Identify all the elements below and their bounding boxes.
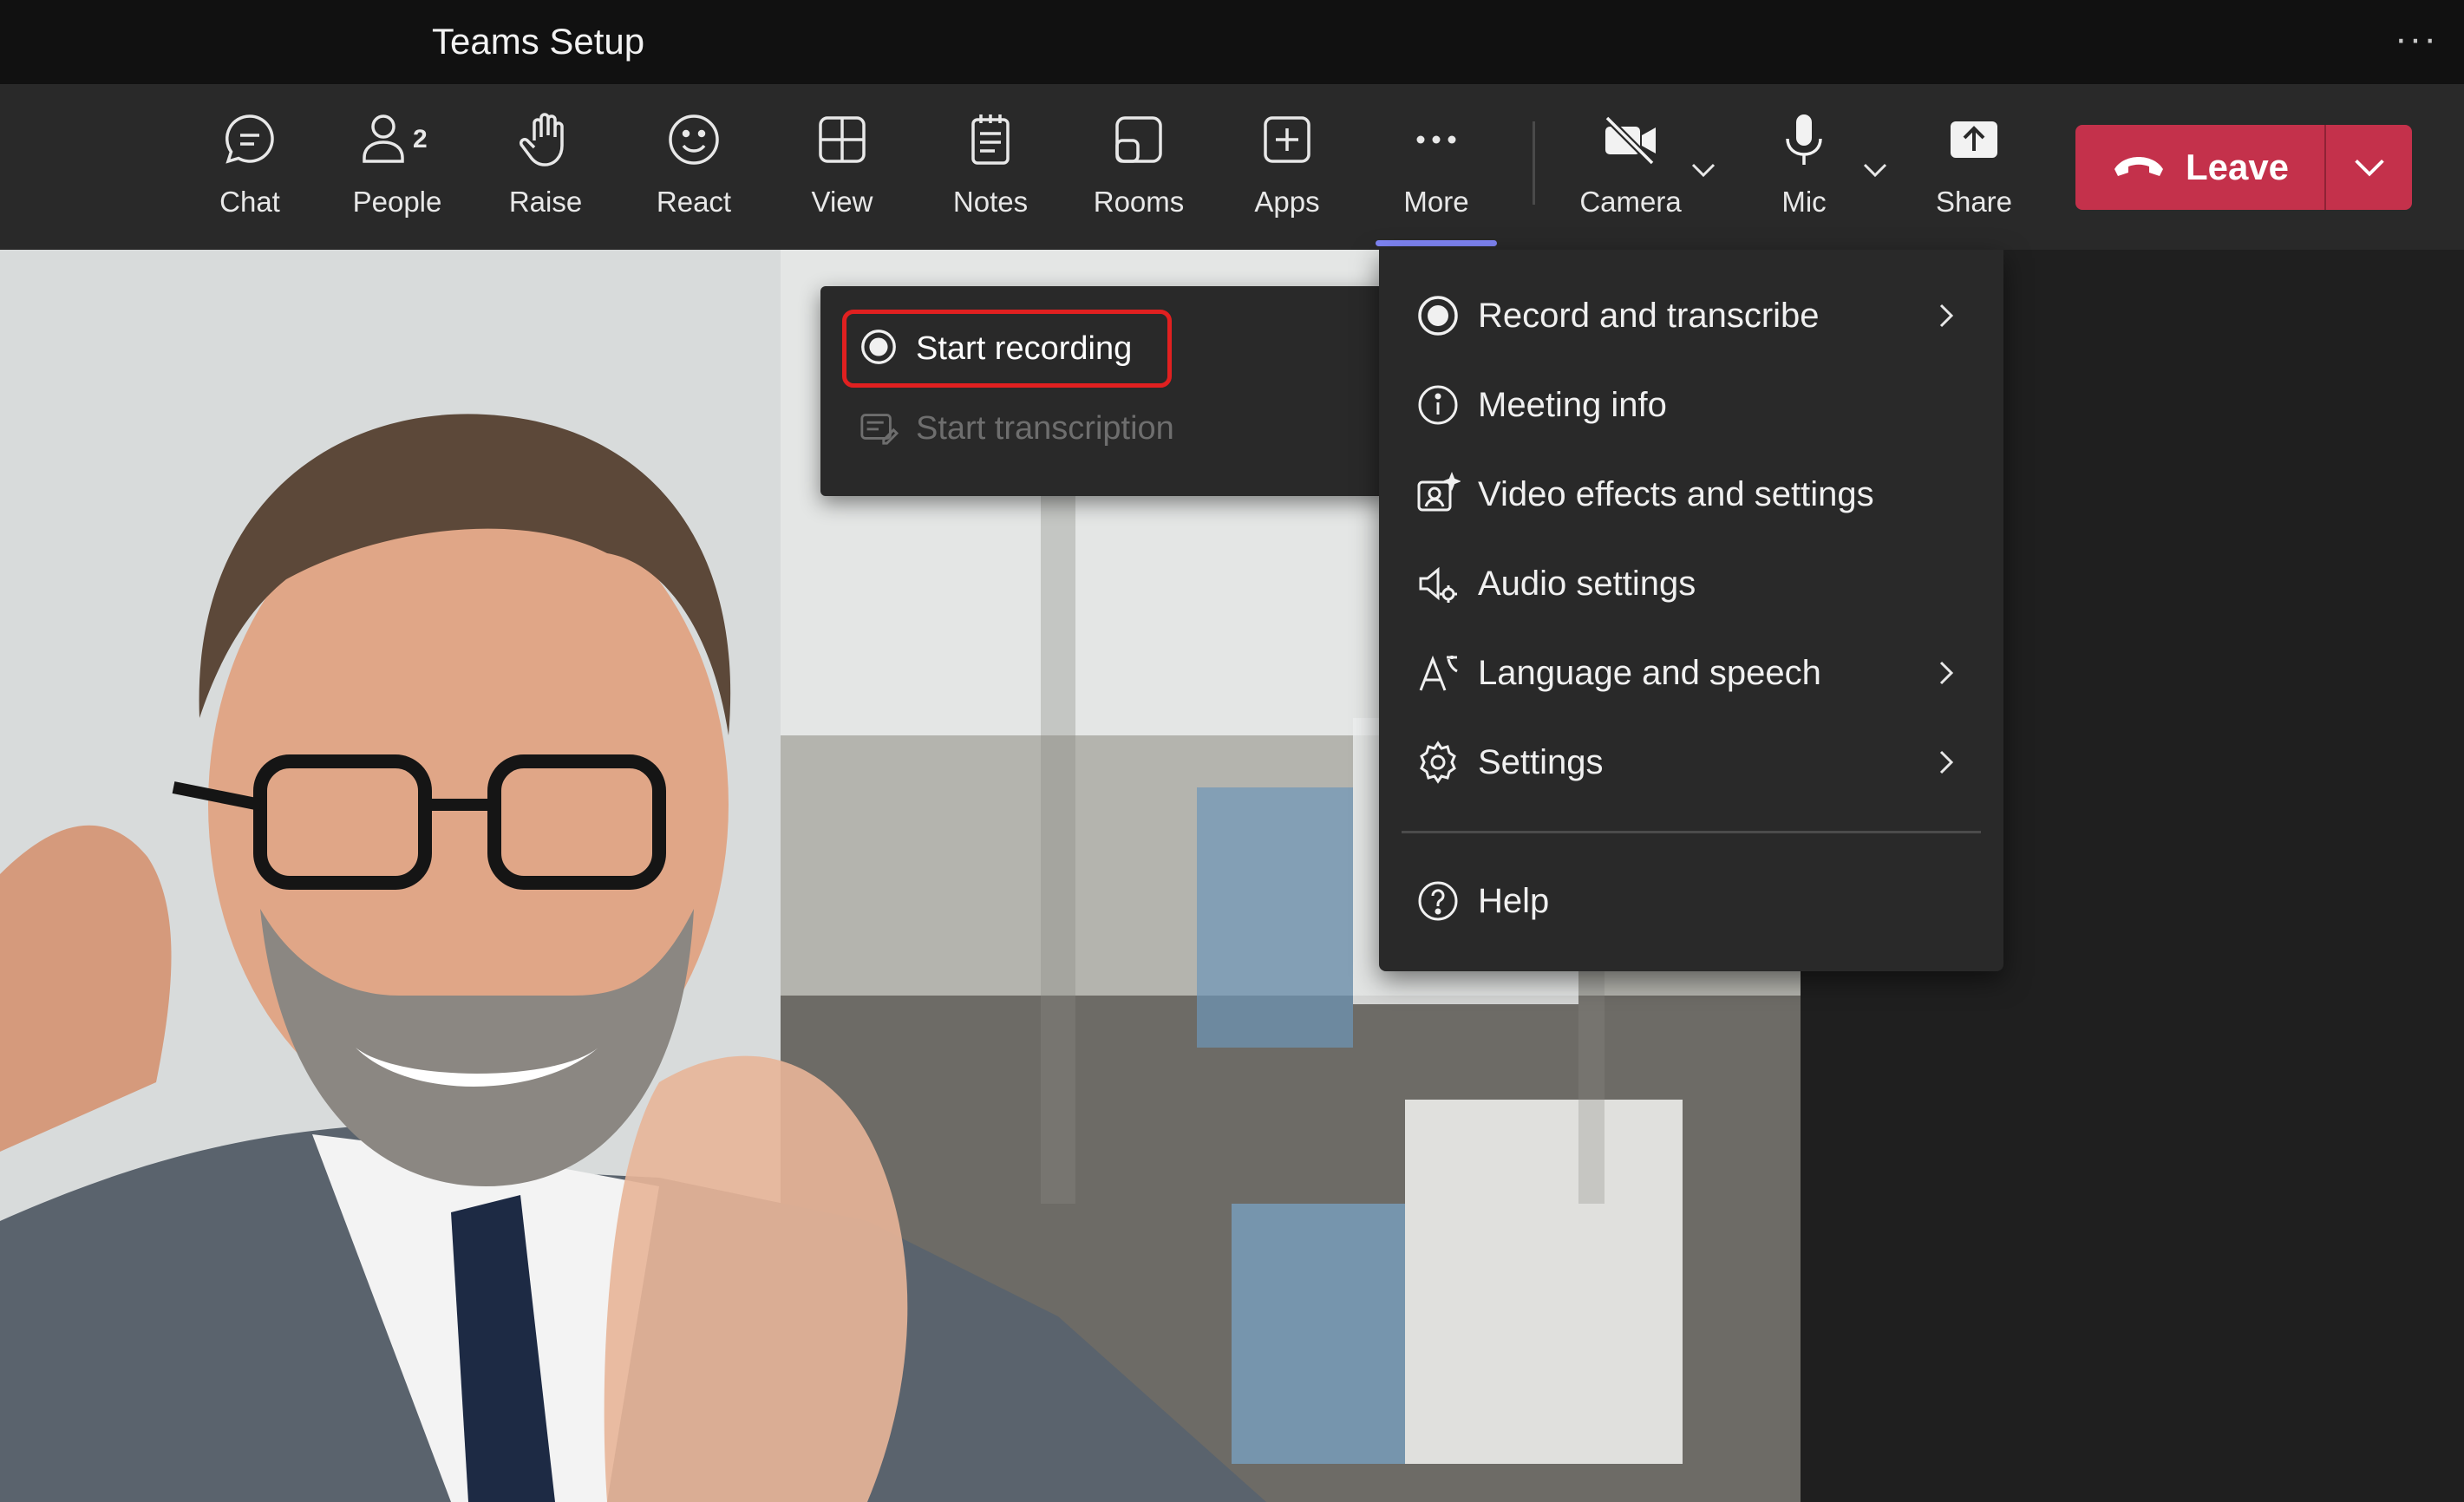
notes-label: Notes — [952, 186, 1029, 218]
menu-item-label: Language and speech — [1478, 653, 1821, 692]
audio-settings-icon — [1414, 559, 1462, 608]
menu-item-label: Help — [1478, 881, 1550, 920]
menu-item-label: Record and transcribe — [1478, 296, 1820, 335]
menu-item-help[interactable]: Help — [1396, 859, 1986, 943]
share-label: Share — [1935, 186, 2013, 218]
menu-item-video-effects[interactable]: Video effects and settings — [1396, 453, 1986, 536]
menu-item-label: Video effects and settings — [1478, 474, 1874, 513]
notes-icon — [921, 109, 1060, 179]
more-actions-menu: Record and transcribe Meeting info Video… — [1379, 250, 2003, 971]
chevron-right-icon — [1939, 750, 1954, 774]
chevron-right-icon — [1939, 304, 1954, 328]
menu-item-language-and-speech[interactable]: Language and speech — [1396, 631, 1986, 715]
people-button[interactable]: 2 People — [328, 109, 467, 231]
hang-up-icon — [2111, 152, 2167, 184]
video-effects-icon — [1414, 470, 1462, 519]
leave-options-chevron-icon[interactable] — [2326, 125, 2412, 210]
rooms-label: Rooms — [1093, 186, 1185, 218]
microphone-icon — [1735, 109, 1873, 179]
start-transcription-label: Start transcription — [916, 409, 1174, 447]
leave-button[interactable]: Leave — [2075, 125, 2324, 210]
rooms-button[interactable]: Rooms — [1069, 109, 1208, 231]
hand-icon — [476, 109, 615, 179]
chevron-right-icon — [1939, 661, 1954, 685]
mic-button[interactable]: Mic — [1735, 109, 1873, 231]
record-icon — [859, 327, 899, 371]
chat-button[interactable]: Chat — [180, 109, 319, 231]
window-more-button[interactable]: ··· — [2395, 17, 2438, 61]
camera-button[interactable]: Camera — [1561, 109, 1700, 231]
mic-options-chevron-icon[interactable] — [1858, 153, 1892, 187]
menu-item-meeting-info[interactable]: Meeting info — [1396, 363, 1986, 447]
camera-label: Camera — [1579, 186, 1682, 218]
gear-icon — [1414, 738, 1462, 787]
people-icon: 2 — [328, 109, 467, 179]
start-recording-item[interactable]: Start recording — [842, 310, 1172, 388]
grid-view-icon — [773, 109, 912, 179]
menu-item-settings[interactable]: Settings — [1396, 721, 1986, 804]
smiley-icon — [624, 109, 763, 179]
menu-item-audio-settings[interactable]: Audio settings — [1396, 542, 1986, 625]
record-submenu: Start recording Start transcription — [820, 286, 1389, 496]
people-count-badge: 2 — [413, 125, 428, 153]
react-button[interactable]: React — [624, 109, 763, 231]
menu-divider — [1402, 831, 1981, 833]
leave-label: Leave — [2185, 147, 2290, 187]
window-title: Teams Setup — [432, 21, 645, 62]
camera-off-icon — [1561, 109, 1700, 179]
mic-label: Mic — [1781, 186, 1827, 218]
notes-button[interactable]: Notes — [921, 109, 1060, 231]
language-icon — [1414, 649, 1462, 697]
add-app-icon — [1218, 109, 1356, 179]
more-label: More — [1403, 186, 1469, 218]
info-icon — [1414, 381, 1462, 429]
apps-button[interactable]: Apps — [1218, 109, 1356, 231]
raise-label: Raise — [508, 186, 583, 218]
apps-label: Apps — [1254, 186, 1320, 218]
start-transcription-item[interactable]: Start transcription — [846, 394, 1350, 463]
more-dots-icon — [1367, 109, 1506, 179]
people-label: People — [352, 186, 442, 218]
menu-item-label: Audio settings — [1478, 564, 1696, 603]
record-icon — [1414, 291, 1462, 340]
toolbar-divider — [1533, 121, 1535, 205]
camera-options-chevron-icon[interactable] — [1686, 153, 1721, 187]
more-button[interactable]: More — [1367, 109, 1506, 246]
share-screen-icon — [1905, 109, 2043, 179]
rooms-icon — [1069, 109, 1208, 179]
menu-item-label: Settings — [1478, 742, 1604, 781]
menu-item-label: Meeting info — [1478, 385, 1667, 424]
view-label: View — [811, 186, 873, 218]
menu-item-record-and-transcribe[interactable]: Record and transcribe — [1396, 274, 1986, 357]
react-label: React — [656, 186, 732, 218]
chat-icon — [180, 109, 319, 179]
view-button[interactable]: View — [773, 109, 912, 231]
meeting-toolbar: Chat 2 People Raise React View Notes Roo… — [0, 85, 2464, 250]
leave-button-group: Leave — [2075, 125, 2412, 210]
help-icon — [1414, 877, 1462, 925]
chat-label: Chat — [219, 186, 280, 218]
transcript-icon — [859, 407, 899, 451]
start-recording-label: Start recording — [916, 330, 1133, 367]
raise-hand-button[interactable]: Raise — [476, 109, 615, 231]
share-button[interactable]: Share — [1905, 109, 2043, 231]
title-bar: Teams Setup ··· — [0, 0, 2464, 85]
